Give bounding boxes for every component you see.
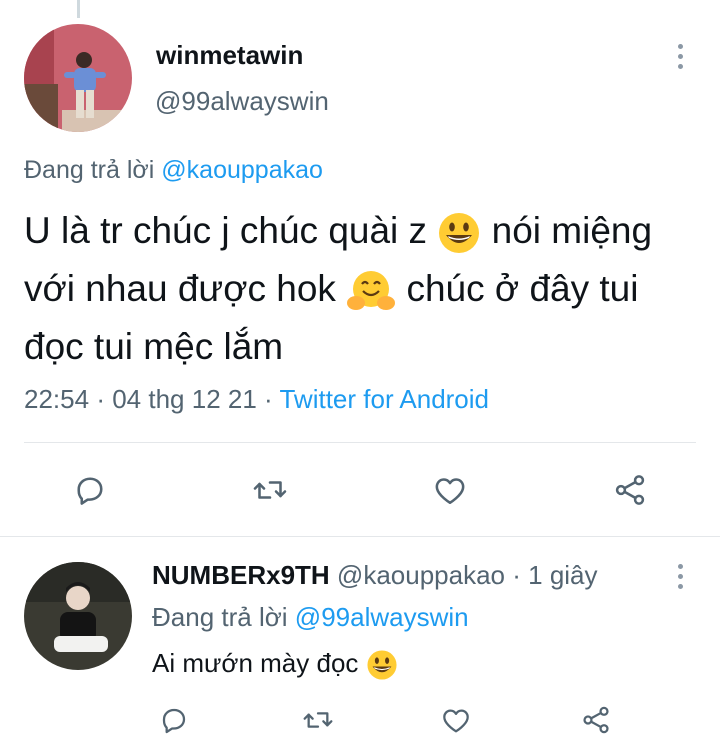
reply-icon bbox=[162, 708, 186, 734]
more-options-icon[interactable] bbox=[666, 558, 694, 594]
replying-label: Đang trả lời bbox=[24, 156, 155, 184]
reply-time[interactable]: 1 giây bbox=[528, 560, 597, 590]
retweet-icon bbox=[303, 712, 333, 728]
reply-button[interactable] bbox=[152, 698, 196, 742]
reply-text: Ai mướn mày đọc bbox=[152, 648, 398, 681]
retweet-button[interactable] bbox=[296, 698, 340, 742]
like-button[interactable] bbox=[434, 698, 478, 742]
replying-label: Đang trả lời bbox=[152, 602, 288, 632]
reply-text-content: Ai mướn mày đọc bbox=[152, 648, 359, 678]
like-icon bbox=[443, 709, 469, 733]
reply-header: NUMBERx9TH @kaouppakao · 1 giây bbox=[152, 560, 598, 591]
reply-button[interactable] bbox=[68, 468, 112, 512]
replying-to: Đang trả lời @kaouppakao bbox=[24, 156, 323, 185]
avatar[interactable] bbox=[24, 562, 132, 670]
share-icon bbox=[615, 475, 645, 505]
grinning-face-emoji bbox=[437, 211, 481, 255]
reply-author-display-name[interactable]: NUMBERx9TH bbox=[152, 560, 330, 590]
meta-dot: · bbox=[512, 560, 521, 590]
avatar[interactable] bbox=[24, 24, 132, 132]
replying-to-mention[interactable]: @kaouppakao bbox=[161, 156, 323, 184]
hugging-face-emoji bbox=[346, 269, 396, 313]
retweet-icon bbox=[253, 481, 287, 499]
tweet-text: U là tr chúc j chúc quài z nói miệng với… bbox=[24, 202, 704, 376]
reply-author-handle[interactable]: @kaouppakao bbox=[337, 560, 505, 590]
meta-dot: · bbox=[96, 384, 105, 414]
share-button[interactable] bbox=[574, 698, 618, 742]
share-button[interactable] bbox=[608, 468, 652, 512]
replying-to-mention[interactable]: @99alwayswin bbox=[295, 602, 469, 632]
tweet-time[interactable]: 22:54 bbox=[24, 384, 89, 414]
thread-connector-line bbox=[77, 0, 80, 18]
replying-to: Đang trả lời @99alwayswin bbox=[152, 602, 469, 633]
tweet-text-part: U là tr chúc j chúc quài z bbox=[24, 210, 428, 251]
more-options-icon[interactable] bbox=[666, 38, 694, 74]
like-button[interactable] bbox=[428, 468, 472, 512]
tweet-source[interactable]: Twitter for Android bbox=[279, 384, 489, 414]
grinning-face-emoji bbox=[366, 649, 398, 681]
tweet-date[interactable]: 04 thg 12 21 bbox=[112, 384, 257, 414]
divider bbox=[0, 536, 720, 537]
share-icon bbox=[583, 706, 609, 734]
like-icon bbox=[435, 478, 465, 505]
author-handle[interactable]: @99alwayswin bbox=[155, 86, 329, 117]
author-display-name[interactable]: winmetawin bbox=[156, 40, 303, 71]
meta-dot: · bbox=[264, 384, 273, 414]
reply-icon bbox=[77, 477, 103, 505]
tweet-meta: 22:54 · 04 thg 12 21 · Twitter for Andro… bbox=[24, 384, 489, 415]
divider bbox=[24, 442, 696, 443]
retweet-button[interactable] bbox=[248, 468, 292, 512]
